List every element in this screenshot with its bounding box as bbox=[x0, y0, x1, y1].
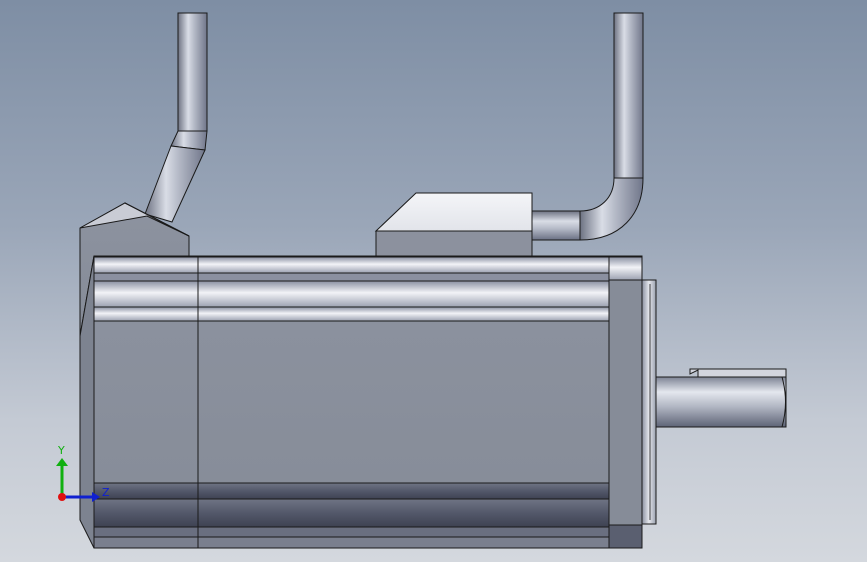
motor-body[interactable] bbox=[93, 255, 611, 549]
output-shaft[interactable] bbox=[655, 368, 787, 428]
model-scene[interactable]: Y Z bbox=[0, 0, 867, 562]
right-connector-top[interactable] bbox=[374, 192, 533, 232]
right-cable-elbow[interactable] bbox=[579, 177, 644, 241]
y-axis-arrow bbox=[56, 458, 68, 466]
top-fin-1 bbox=[93, 256, 611, 274]
right-connector-housing[interactable] bbox=[374, 192, 533, 257]
shaft-body[interactable] bbox=[655, 376, 787, 428]
flange-block[interactable] bbox=[608, 255, 643, 549]
flange-top-fin bbox=[608, 256, 643, 281]
left-cable-vertical[interactable] bbox=[177, 12, 208, 132]
front-flange[interactable] bbox=[608, 255, 657, 549]
bottom-fin-4 bbox=[93, 536, 611, 549]
right-cable-vertical[interactable] bbox=[613, 12, 644, 179]
right-connector-front[interactable] bbox=[375, 230, 533, 257]
left-cable[interactable] bbox=[144, 12, 208, 223]
left-cable-angled[interactable] bbox=[144, 145, 206, 223]
top-fin-4 bbox=[93, 306, 611, 322]
flange-pilot[interactable] bbox=[641, 279, 657, 525]
graphics-viewport[interactable]: Y Z bbox=[0, 0, 867, 562]
flange-bottom-fin bbox=[608, 524, 643, 549]
right-cable-horizontal[interactable] bbox=[531, 210, 581, 241]
bottom-fin-2 bbox=[93, 498, 611, 528]
right-cable[interactable] bbox=[531, 12, 644, 241]
top-fin-2 bbox=[93, 272, 611, 282]
bottom-fin-3 bbox=[93, 526, 611, 538]
x-axis-origin bbox=[58, 493, 66, 501]
bottom-fin-1 bbox=[93, 482, 611, 500]
y-axis-label: Y bbox=[57, 444, 65, 457]
z-axis-label: Z bbox=[102, 486, 110, 499]
top-fin-3 bbox=[93, 280, 611, 308]
shaft-keyway[interactable] bbox=[689, 368, 787, 378]
